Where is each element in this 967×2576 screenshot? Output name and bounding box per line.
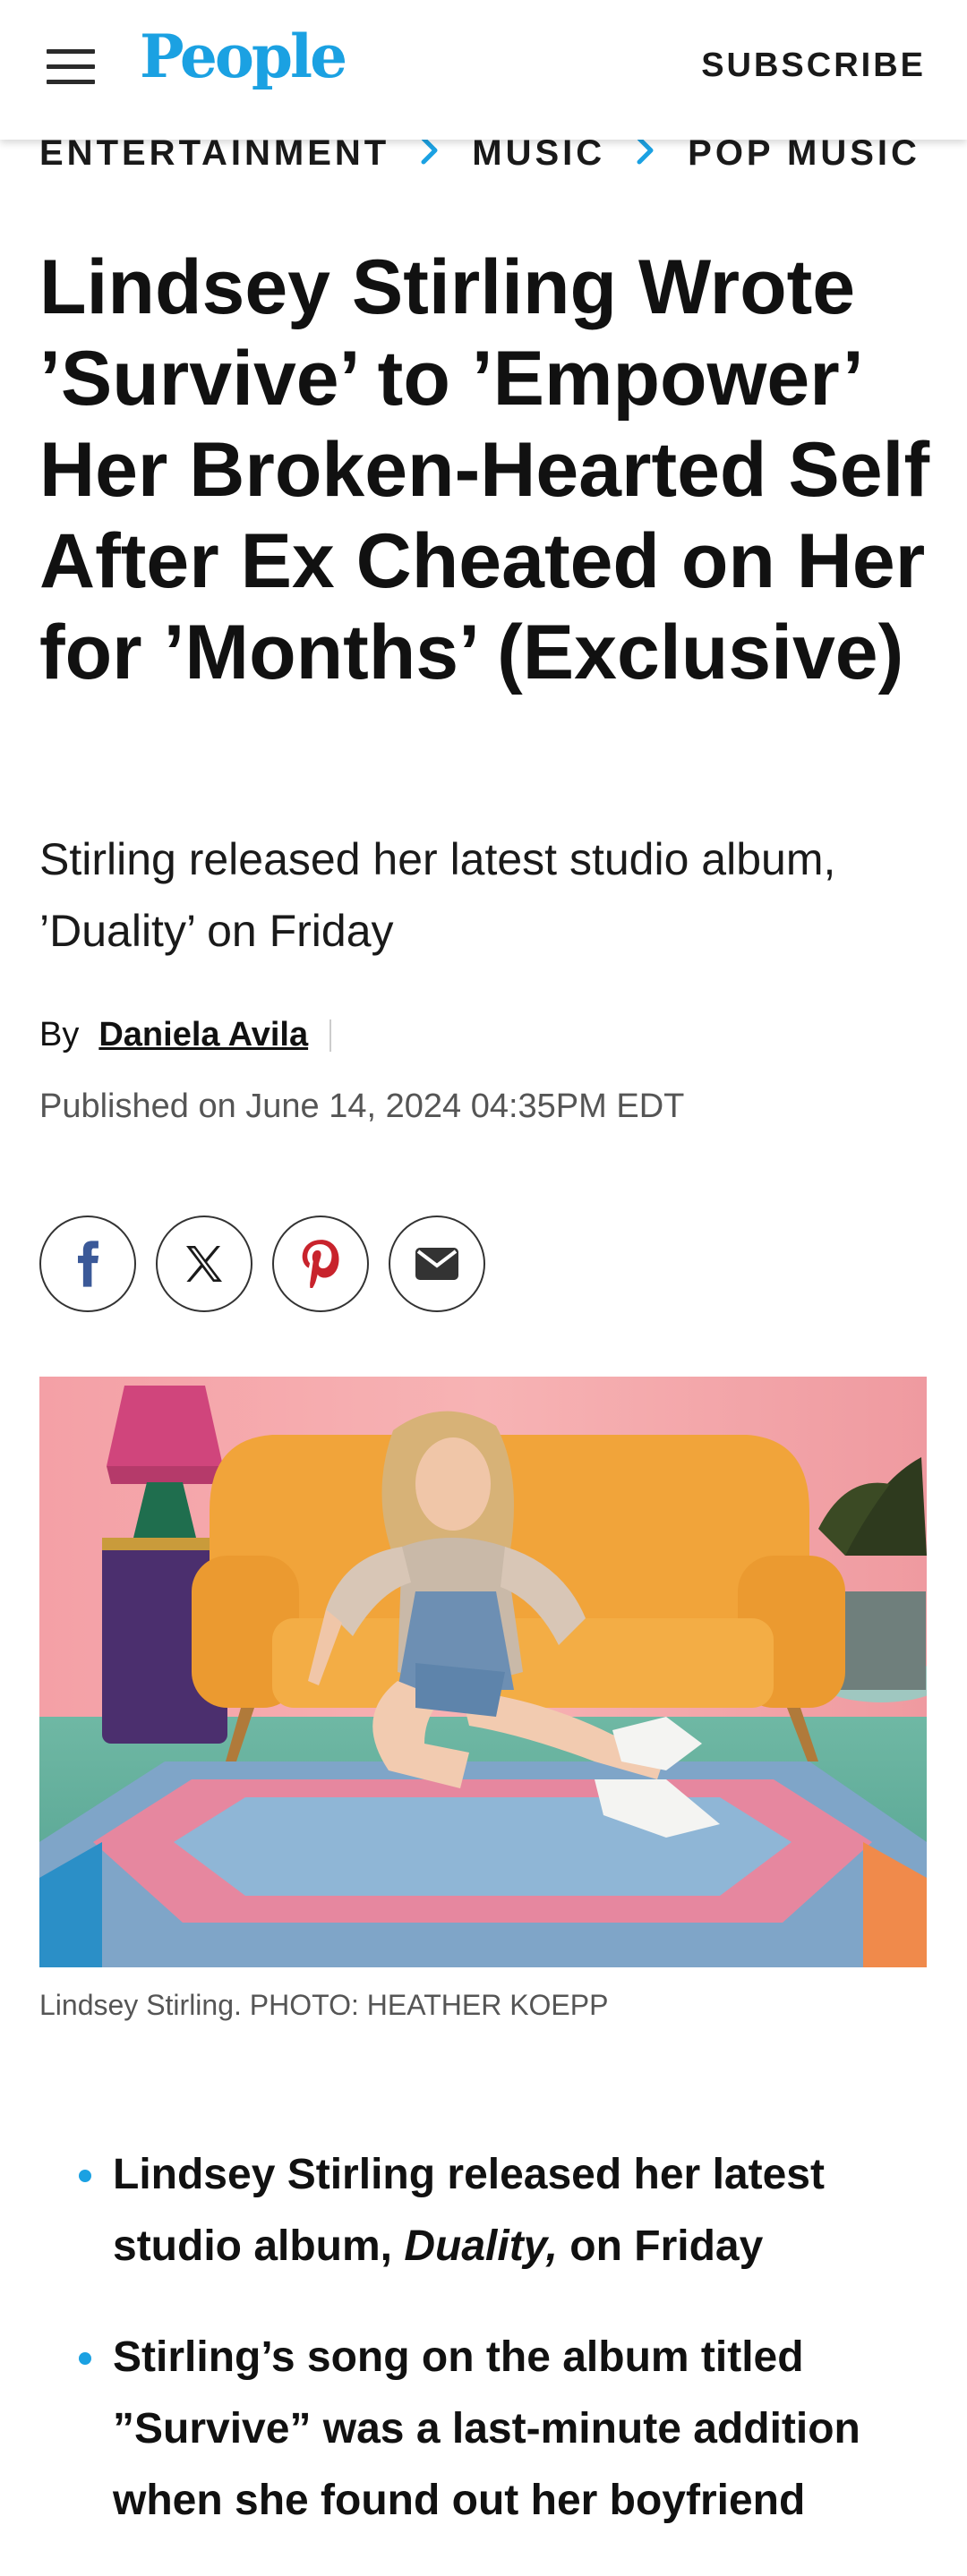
list-item: Lindsey Stirling released her latest stu… [39,2139,935,2282]
author-link[interactable]: Daniela Avila [98,1016,308,1054]
hero-photo-illustration [39,1377,927,1967]
image-caption: Lindsey Stirling. PHOTO: HEATHER KOEPP [39,1989,609,2021]
share-x-button[interactable] [156,1215,252,1312]
facebook-icon [78,1241,99,1287]
social-share-bar [39,1215,485,1312]
by-label: By [39,1016,80,1053]
byline-divider [329,1019,332,1052]
pinterest-icon [302,1240,339,1288]
people-logo[interactable]: People [140,27,347,86]
top-bar: People SUBSCRIBE [0,0,967,140]
hamburger-menu-icon[interactable] [47,49,95,85]
byline: By Daniela Avila [39,1016,332,1054]
bullet-dot [79,2170,91,2182]
article-subtitle: Stirling released her latest studio albu… [39,834,836,956]
key-points-list: Lindsey Stirling released her latest stu… [39,2139,935,2576]
share-pinterest-button[interactable] [272,1215,369,1312]
list-item: Stirling’s song on the album titled ”Sur… [39,2322,935,2537]
x-icon [186,1246,222,1282]
share-facebook-button[interactable] [39,1215,136,1312]
hero-image [39,1377,927,1967]
bullet-dot [79,2352,91,2365]
published-date: Published on June 14, 2024 04:35PM EDT [39,1088,685,1125]
share-email-button[interactable] [389,1215,485,1312]
subscribe-button[interactable]: SUBSCRIBE [701,47,926,85]
article-title: Lindsey Stirling Wrote ’Survive’ to ’Emp… [39,244,930,695]
email-icon [415,1248,458,1280]
